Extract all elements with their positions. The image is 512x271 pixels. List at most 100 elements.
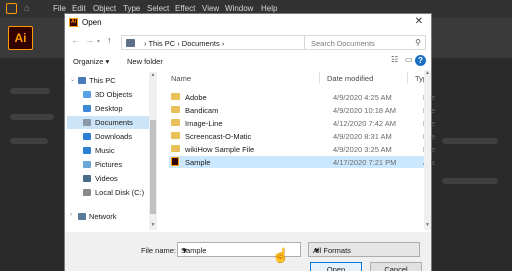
column-header-name[interactable]: Name [171,74,191,83]
sidebar-item-label: Documents [95,118,133,127]
ai-app-icon [6,3,17,14]
menu-window[interactable]: Window [225,4,253,13]
file-date: 4/9/2020 10:18 AM [333,106,396,115]
folder-icon [171,119,180,126]
chevron-right-icon[interactable]: › [70,212,72,218]
scrollbar-thumb[interactable] [150,120,156,214]
placeholder-bar [442,138,498,144]
menu-type[interactable]: Type [123,4,140,13]
organize-button[interactable]: Organize ▾ [73,57,109,66]
scroll-up-icon[interactable]: ▲ [149,72,157,80]
breadcrumb-documents[interactable]: Documents [182,39,220,48]
search-placeholder: Search Documents [311,39,375,48]
recent-dropdown-icon[interactable]: ▾ [97,38,100,45]
illustrator-start-panel [0,58,64,271]
music-icon [83,147,91,154]
navigation-bar: ← → ▾ ↑ › This PC › Documents › ⌄ ↻ Sear… [65,32,431,52]
column-divider[interactable] [407,72,408,84]
folder-icon [171,106,180,113]
sidebar-item-label: Videos [95,174,118,183]
file-row-wikihow[interactable]: wikiHow Sample File 4/9/2020 3:25 AM Fil… [169,143,435,155]
file-date: 4/9/2020 4:25 AM [333,93,392,102]
file-name: Image-Line [185,119,223,128]
ai-app-icon: Ai [69,18,78,27]
file-name: Adobe [185,93,207,102]
menu-help[interactable]: Help [261,4,277,13]
downloads-icon [83,133,91,140]
file-row-image-line[interactable]: Image-Line 4/12/2020 7:42 AM File fo [169,117,435,129]
videos-icon [83,175,91,182]
help-icon[interactable]: ? [415,55,426,66]
back-arrow-icon[interactable]: ← [71,35,80,45]
sidebar-item-label: 3D Objects [95,90,133,99]
placeholder-bar [10,88,50,94]
menu-file[interactable]: File [53,4,66,13]
menu-object[interactable]: Object [93,4,116,13]
sidebar-item-pictures[interactable]: Pictures [67,158,151,171]
hand-cursor-icon: ☝ [272,247,290,264]
sidebar-item-label: Music [95,146,115,155]
forward-arrow-icon[interactable]: → [85,35,94,45]
pc-icon [78,77,86,84]
placeholder-bar [10,114,54,120]
menu-select[interactable]: Select [147,4,169,13]
sidebar-scrollbar[interactable]: ▲ ▼ [149,72,157,230]
new-folder-button[interactable]: New folder [127,57,163,66]
scroll-up-icon[interactable]: ▲ [424,70,431,78]
desktop-icon [83,105,91,112]
sidebar-item-label: Pictures [95,160,123,169]
sidebar-item-downloads[interactable]: Downloads [67,130,151,143]
cube-icon [83,91,91,98]
sidebar-item-documents[interactable]: Documents [67,116,151,129]
column-header-date[interactable]: Date modified [327,74,373,83]
folder-icon [171,93,180,100]
sidebar-item-local-disk[interactable]: Local Disk (C:) [67,186,151,199]
file-date: 4/9/2020 8:31 AM [333,132,392,141]
sidebar-item-label: Desktop [95,104,123,113]
placeholder-bar [442,178,498,184]
dialog-titlebar[interactable]: Ai Open ✕ [65,14,431,31]
pictures-icon [83,161,91,168]
preview-pane-icon[interactable]: ▭ [405,55,413,64]
sidebar-item-videos[interactable]: Videos [67,172,151,185]
illustrator-right-panel [432,58,512,271]
file-date: 4/17/2020 7:21 PM [333,158,397,167]
chevron-down-icon[interactable]: ▼ [313,246,415,255]
file-row-adobe[interactable]: Adobe 4/9/2020 4:25 AM File fo [169,91,435,103]
documents-icon [83,119,91,126]
menu-edit[interactable]: Edit [72,4,86,13]
scroll-down-icon[interactable]: ▼ [424,222,431,230]
cancel-button[interactable]: Cancel [370,262,422,271]
file-list-scrollbar[interactable]: ▲ ▼ [424,70,431,230]
network-icon [78,213,86,220]
close-icon[interactable]: ✕ [415,16,423,27]
sidebar-item-network[interactable]: › Network [67,210,151,220]
up-arrow-icon[interactable]: ↑ [107,35,112,45]
sidebar-item-desktop[interactable]: Desktop [67,102,151,115]
column-divider[interactable] [319,72,320,84]
sidebar-item-3d-objects[interactable]: 3D Objects [67,88,151,101]
scroll-down-icon[interactable]: ▼ [149,222,157,230]
menu-view[interactable]: View [202,4,219,13]
navigation-pane: ⌄ This PC 3D Objects Desktop Documents D… [67,72,159,230]
search-icon: ⚲ [415,38,421,47]
sidebar-item-label: This PC [89,76,116,85]
file-name: wikiHow Sample File [185,145,255,154]
home-icon[interactable]: ⌂ [24,3,35,14]
file-row-sample[interactable]: Sample 4/17/2020 7:21 PM Adobe [169,156,435,168]
open-dialog: Ai Open ✕ ← → ▾ ↑ › This PC › Documents … [64,13,435,271]
search-input[interactable]: Search Documents ⚲ [304,35,426,50]
ai-file-icon [171,157,179,166]
chevron-down-icon[interactable]: ⌄ [70,76,75,83]
open-button[interactable]: Open [310,262,362,271]
breadcrumb-this-pc[interactable]: This PC [148,39,175,48]
sidebar-item-label: Downloads [95,132,133,141]
view-options-icon[interactable]: ☷ [391,55,398,64]
file-name: Screencast-O-Matic [185,132,252,141]
file-row-screencast[interactable]: Screencast-O-Matic 4/9/2020 8:31 AM File… [169,130,435,142]
menu-effect[interactable]: Effect [175,4,195,13]
sidebar-item-this-pc[interactable]: ⌄ This PC [67,74,151,87]
file-row-bandicam[interactable]: Bandicam 4/9/2020 10:18 AM File fo [169,104,435,116]
sidebar-item-music[interactable]: Music [67,144,151,157]
format-select[interactable]: All Formats ▼ [308,242,420,257]
